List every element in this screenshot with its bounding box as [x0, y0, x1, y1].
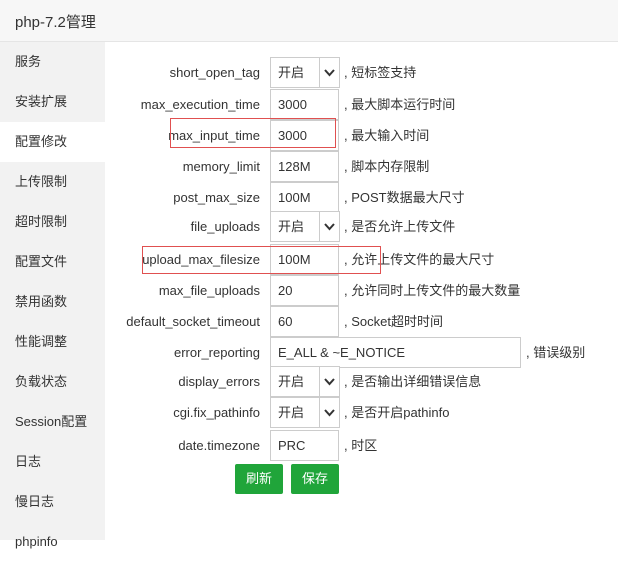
sidebar-item-timeout-limit[interactable]: 超时限制 — [0, 202, 105, 242]
sidebar: 服务 安装扩展 配置修改 上传限制 超时限制 配置文件 禁用函数 性能调整 负载… — [0, 42, 105, 549]
sidebar-item-install-extension[interactable]: 安装扩展 — [0, 82, 105, 122]
setting-description: , 是否允许上传文件 — [344, 219, 456, 234]
setting-row-max-file-uploads: max_file_uploads 20 , 允许同时上传文件的最大数量 — [105, 275, 618, 306]
setting-description: , 最大脚本运行时间 — [344, 97, 456, 112]
max-file-uploads-input[interactable]: 20 — [270, 275, 339, 306]
setting-row-post-max-size: post_max_size 100M , POST数据最大尺寸 — [105, 182, 618, 213]
setting-label: error_reporting — [174, 345, 260, 360]
setting-description: , 是否开启pathinfo — [344, 405, 450, 420]
sidebar-item-service[interactable]: 服务 — [0, 42, 105, 82]
sidebar-item-slow-log[interactable]: 慢日志 — [0, 482, 105, 522]
sidebar-item-load-status[interactable]: 负载状态 — [0, 362, 105, 402]
highlight-box-max-input-time — [170, 118, 336, 148]
max-execution-time-input[interactable]: 3000 — [270, 89, 339, 120]
setting-label: memory_limit — [182, 159, 260, 174]
setting-description: , Socket超时时间 — [344, 314, 443, 329]
short-open-tag-select[interactable]: 开启 — [270, 57, 340, 88]
highlight-box-upload-max-filesize — [142, 246, 381, 274]
select-value: 开启 — [278, 405, 305, 420]
setting-label: date.timezone — [178, 438, 260, 453]
sidebar-item-performance[interactable]: 性能调整 — [0, 322, 105, 362]
setting-description: , 脚本内存限制 — [344, 159, 430, 174]
setting-row-file-uploads: file_uploads 开启 , 是否允许上传文件 — [105, 211, 618, 242]
save-button[interactable]: 保存 — [291, 464, 340, 494]
setting-label: post_max_size — [173, 190, 260, 205]
setting-description: , POST数据最大尺寸 — [344, 190, 465, 205]
cgi-fix-pathinfo-select[interactable]: 开启 — [270, 397, 340, 428]
setting-row-memory-limit: memory_limit 128M , 脚本内存限制 — [105, 151, 618, 182]
setting-row-display-errors: display_errors 开启 , 是否输出详细错误信息 — [105, 366, 618, 397]
sidebar-item-config-file[interactable]: 配置文件 — [0, 242, 105, 282]
display-errors-select[interactable]: 开启 — [270, 366, 340, 397]
sidebar-item-config-modify[interactable]: 配置修改 — [0, 122, 105, 162]
refresh-button[interactable]: 刷新 — [235, 464, 284, 494]
sidebar-item-phpinfo[interactable]: phpinfo — [0, 522, 105, 562]
memory-limit-input[interactable]: 128M — [270, 151, 339, 182]
window-titlebar: php-7.2管理 — [0, 0, 618, 42]
sidebar-item-upload-limit[interactable]: 上传限制 — [0, 162, 105, 202]
setting-label: max_file_uploads — [158, 283, 260, 298]
select-value: 开启 — [278, 65, 305, 80]
setting-row-default-socket-timeout: default_socket_timeout 60 , Socket超时时间 — [105, 306, 618, 337]
sidebar-item-log[interactable]: 日志 — [0, 442, 105, 482]
error-reporting-input[interactable]: E_ALL & ~E_NOTICE — [270, 337, 521, 368]
setting-row-short-open-tag: short_open_tag 开启 , 短标签支持 — [105, 57, 618, 88]
setting-description: , 错误级别 — [526, 345, 586, 360]
setting-label: display_errors — [178, 374, 260, 389]
setting-description: , 最大输入时间 — [344, 128, 430, 143]
window-title: php-7.2管理 — [15, 14, 96, 31]
file-uploads-select[interactable]: 开启 — [270, 211, 340, 242]
chevron-down-icon — [319, 212, 339, 241]
setting-label: short_open_tag — [169, 65, 260, 80]
setting-label: default_socket_timeout — [126, 314, 260, 329]
setting-row-max-execution-time: max_execution_time 3000 , 最大脚本运行时间 — [105, 89, 618, 120]
setting-row-cgi-fix-pathinfo: cgi.fix_pathinfo 开启 , 是否开启pathinfo — [105, 397, 618, 428]
setting-label: cgi.fix_pathinfo — [173, 405, 260, 420]
chevron-down-icon — [319, 367, 339, 396]
setting-description: , 短标签支持 — [344, 65, 417, 80]
chevron-down-icon — [319, 398, 339, 427]
setting-description: , 允许同时上传文件的最大数量 — [344, 283, 521, 298]
post-max-size-input[interactable]: 100M — [270, 182, 339, 213]
setting-description: , 时区 — [344, 438, 378, 453]
config-form: short_open_tag 开启 , 短标签支持 max_execution_… — [105, 42, 618, 540]
chevron-down-icon — [319, 58, 339, 87]
select-value: 开启 — [278, 219, 305, 234]
date-timezone-input[interactable]: PRC — [270, 430, 339, 461]
setting-row-error-reporting: error_reporting E_ALL & ~E_NOTICE , 错误级别 — [105, 337, 618, 368]
default-socket-timeout-input[interactable]: 60 — [270, 306, 339, 337]
setting-description: , 是否输出详细错误信息 — [344, 374, 482, 389]
sidebar-item-session-config[interactable]: Session配置 — [0, 402, 105, 442]
select-value: 开启 — [278, 374, 305, 389]
setting-label: max_execution_time — [140, 97, 260, 112]
setting-row-date-timezone: date.timezone PRC , 时区 — [105, 430, 618, 461]
setting-label: file_uploads — [190, 219, 260, 234]
sidebar-item-disabled-functions[interactable]: 禁用函数 — [0, 282, 105, 322]
